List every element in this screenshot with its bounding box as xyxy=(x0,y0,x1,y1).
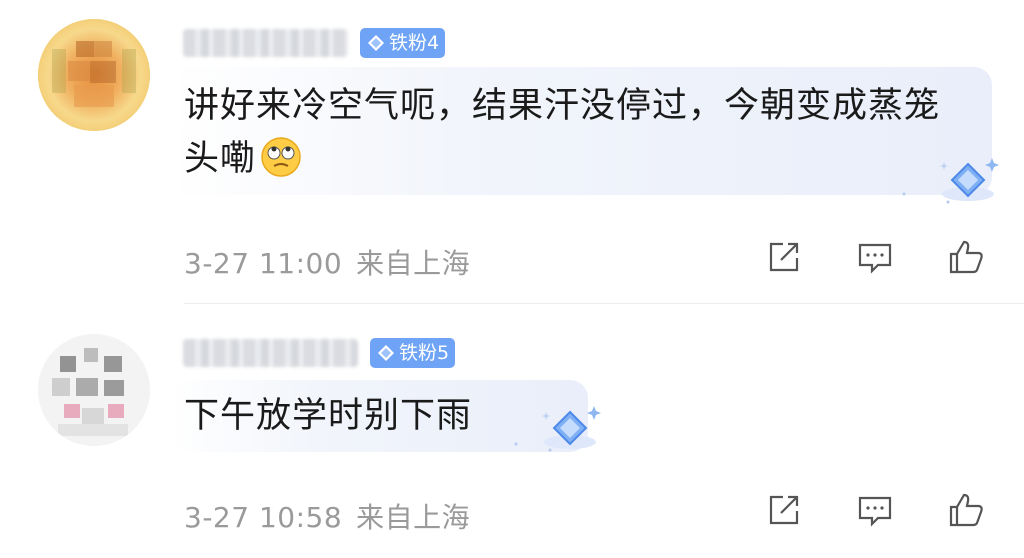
comment-actions xyxy=(765,491,985,529)
comment-time: 3-27 10:58 xyxy=(184,501,343,534)
avatar[interactable] xyxy=(38,334,150,446)
comment-text: 讲好来冷空气呃，结果汗没停过，今朝变成蒸笼头嘞 xyxy=(184,86,941,179)
avatar[interactable] xyxy=(38,19,150,131)
user-name-blurred[interactable] xyxy=(183,29,348,57)
user-name-blurred[interactable] xyxy=(183,339,358,367)
diamond-badge-icon xyxy=(368,35,384,51)
share-icon[interactable] xyxy=(765,238,803,276)
user-name-row: 铁粉4 xyxy=(183,28,446,58)
divider xyxy=(184,303,1024,304)
comment-text: 下午放学时别下雨 xyxy=(184,396,473,436)
comment-item: 铁粉4 讲好来冷空气呃，结果汗没停过，今朝变成蒸笼头嘞 3-27 11:00 来自… xyxy=(0,0,1024,305)
comment-location: 来自上海 xyxy=(356,501,471,534)
comment-icon[interactable] xyxy=(856,491,894,529)
like-icon[interactable] xyxy=(947,238,985,276)
user-name-row: 铁粉5 xyxy=(183,338,456,368)
diamond-decoration-icon xyxy=(902,158,999,204)
comment-actions xyxy=(765,238,985,276)
comment-item: 铁粉5 下午放学时别下雨 3-27 10:58 来自上海 xyxy=(0,305,1024,558)
comment-location: 来自上海 xyxy=(356,247,471,280)
fan-level-badge[interactable]: 铁粉5 xyxy=(370,338,456,368)
fan-badge-label: 铁粉5 xyxy=(399,342,450,364)
comment-icon[interactable] xyxy=(856,238,894,276)
eye-roll-emoji-icon xyxy=(261,137,301,177)
diamond-decoration-icon xyxy=(514,406,601,452)
comment-meta: 3-27 10:58 来自上海 xyxy=(184,496,470,536)
fan-badge-label: 铁粉4 xyxy=(389,32,440,54)
comment-time: 3-27 11:00 xyxy=(184,247,343,280)
like-icon[interactable] xyxy=(947,491,985,529)
share-icon[interactable] xyxy=(765,491,803,529)
comment-meta: 3-27 11:00 来自上海 xyxy=(184,242,470,282)
diamond-badge-icon xyxy=(378,345,394,361)
fan-level-badge[interactable]: 铁粉4 xyxy=(360,28,446,58)
